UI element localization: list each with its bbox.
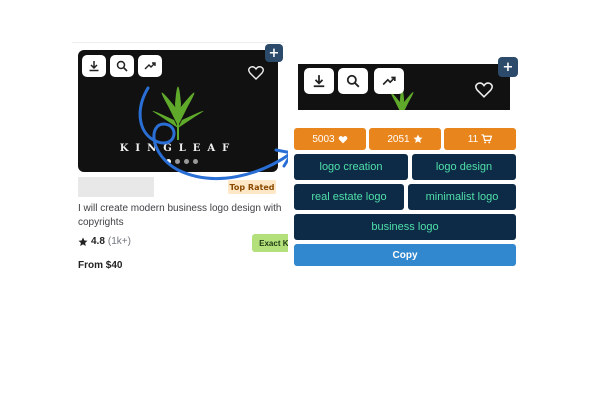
gig-title[interactable]: I will create modern business logo desig…	[78, 202, 284, 230]
plus-icon: +	[268, 45, 280, 61]
add-button[interactable]: +	[265, 44, 283, 62]
favorites-count: 5003	[312, 133, 335, 145]
download-button[interactable]	[82, 55, 106, 77]
reviews-count: 2051	[387, 133, 410, 145]
star-icon	[413, 134, 423, 143]
tag-real-estate-logo[interactable]: real estate logo	[294, 184, 404, 210]
orders-count-button[interactable]: 11	[444, 128, 516, 150]
star-icon	[78, 237, 88, 246]
copy-button[interactable]: Copy	[294, 244, 516, 266]
tag-minimalist-logo[interactable]: minimalist logo	[408, 184, 516, 210]
favorite-button[interactable]	[473, 78, 495, 100]
favorites-count-button[interactable]: 5003	[294, 128, 366, 150]
search-icon	[346, 74, 360, 88]
rating-count: (1k+)	[107, 236, 131, 247]
card-divider	[72, 42, 284, 43]
rating-row: 4.8 (1k+)	[78, 236, 131, 247]
download-button[interactable]	[304, 68, 334, 94]
tag-logo-design[interactable]: logo design	[412, 154, 516, 180]
cart-icon	[481, 134, 493, 144]
rating-value: 4.8	[91, 236, 105, 247]
heart-icon	[338, 135, 347, 143]
trending-icon	[382, 76, 396, 86]
trending-button[interactable]	[138, 55, 162, 77]
add-button[interactable]: +	[498, 57, 518, 77]
curved-arrow	[138, 86, 294, 181]
search-button[interactable]	[338, 68, 368, 94]
search-icon	[116, 60, 128, 72]
search-button[interactable]	[110, 55, 134, 77]
heart-outline-icon	[475, 81, 493, 98]
plus-icon: +	[502, 59, 514, 75]
download-icon	[313, 75, 325, 88]
price: From $40	[78, 260, 123, 271]
tag-business-logo[interactable]: business logo	[294, 214, 516, 240]
tag-logo-creation[interactable]: logo creation	[294, 154, 408, 180]
keyword-panel: + 5003 2051 11 logo creation logo design…	[288, 44, 522, 276]
orders-count: 11	[467, 133, 479, 145]
trending-icon	[144, 62, 156, 70]
reviews-count-button[interactable]: 2051	[369, 128, 441, 150]
trending-button[interactable]	[374, 68, 404, 94]
download-icon	[89, 61, 99, 72]
heart-outline-icon	[248, 65, 264, 80]
